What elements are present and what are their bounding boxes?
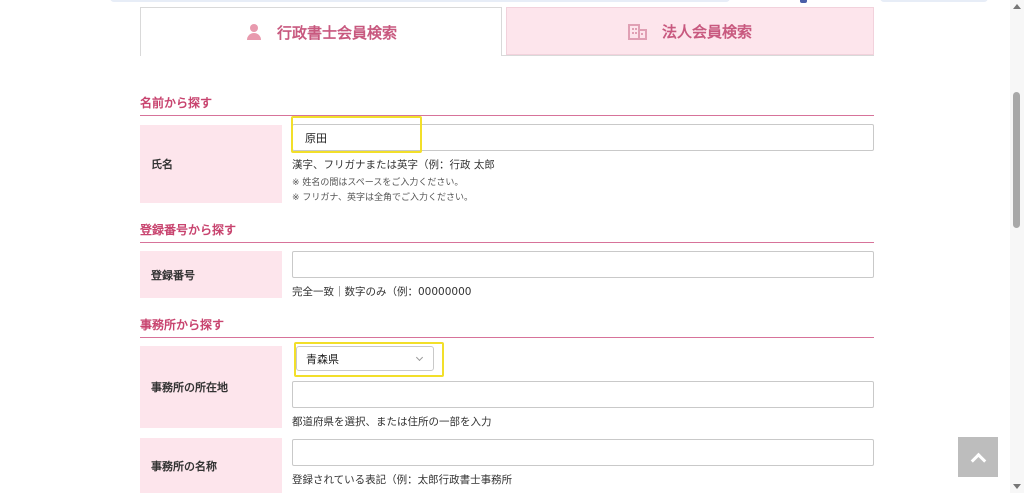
prefecture-select[interactable]: 青森県: [296, 346, 434, 371]
name-input[interactable]: [292, 124, 874, 151]
toolbar-icon-fragment: [800, 0, 807, 3]
chevron-up-icon: [970, 452, 986, 468]
field-label-registration-text: 登録番号: [151, 268, 195, 282]
office-name-input[interactable]: [292, 439, 874, 466]
field-label-office-location-text: 事務所の所在地: [151, 381, 228, 394]
person-icon: [245, 23, 263, 41]
tab-corporate-search[interactable]: 法人会員検索: [506, 7, 874, 55]
scroll-down-arrow-icon[interactable]: [1013, 484, 1021, 489]
section-title-office: 事務所から探す: [140, 316, 874, 338]
field-label-name: 氏名: [140, 125, 282, 203]
office-name-hint: 登録されている表記（例：太郎行政書士事務所: [292, 474, 513, 486]
office-address-input[interactable]: [292, 381, 874, 408]
address-bar-fragment: [110, 0, 730, 2]
tab-member-search[interactable]: 行政書士会員検索: [140, 7, 502, 56]
back-to-top-button[interactable]: [958, 437, 998, 477]
top-bar: [0, 0, 1024, 4]
building-icon: [627, 22, 648, 40]
chevron-down-icon: [415, 353, 424, 362]
field-label-name-text: 氏名: [151, 158, 173, 171]
section-title-name: 名前から探す: [140, 94, 874, 116]
tab-member-search-label: 行政書士会員検索: [276, 23, 397, 42]
field-label-office-location: 事務所の所在地: [140, 346, 282, 428]
search-tabs: 行政書士会員検索 法人会員検索: [140, 7, 874, 56]
toolbar-button-fragment: [880, 0, 988, 2]
office-location-hint: 都道府県を選択、または住所の一部を入力: [292, 416, 492, 428]
scrollbar-thumb[interactable]: [1013, 92, 1020, 228]
registration-hint: 完全一致｜数字のみ（例：00000000: [292, 286, 472, 298]
field-label-office-name: 事務所の名称: [140, 438, 282, 493]
scroll-up-arrow-icon[interactable]: [1013, 4, 1021, 9]
section-title-registration: 登録番号から探す: [140, 221, 874, 243]
tab-divider: [502, 55, 874, 56]
name-note-spacing: ※ 姓名の間はスペースをご入力ください。: [292, 178, 464, 188]
field-label-office-name-text: 事務所の名称: [151, 459, 217, 473]
registration-number-input[interactable]: [292, 251, 874, 278]
page-scrollbar[interactable]: [1010, 0, 1024, 493]
name-note-fullwidth: ※ フリガナ、英字は全角でご入力ください。: [292, 193, 473, 203]
name-hint: 漢字、フリガナまたは英字（例：行政 太郎: [292, 159, 495, 171]
prefecture-select-value: 青森県: [306, 352, 339, 366]
tab-corporate-search-label: 法人会員検索: [661, 22, 752, 41]
field-label-registration: 登録番号: [140, 251, 282, 298]
